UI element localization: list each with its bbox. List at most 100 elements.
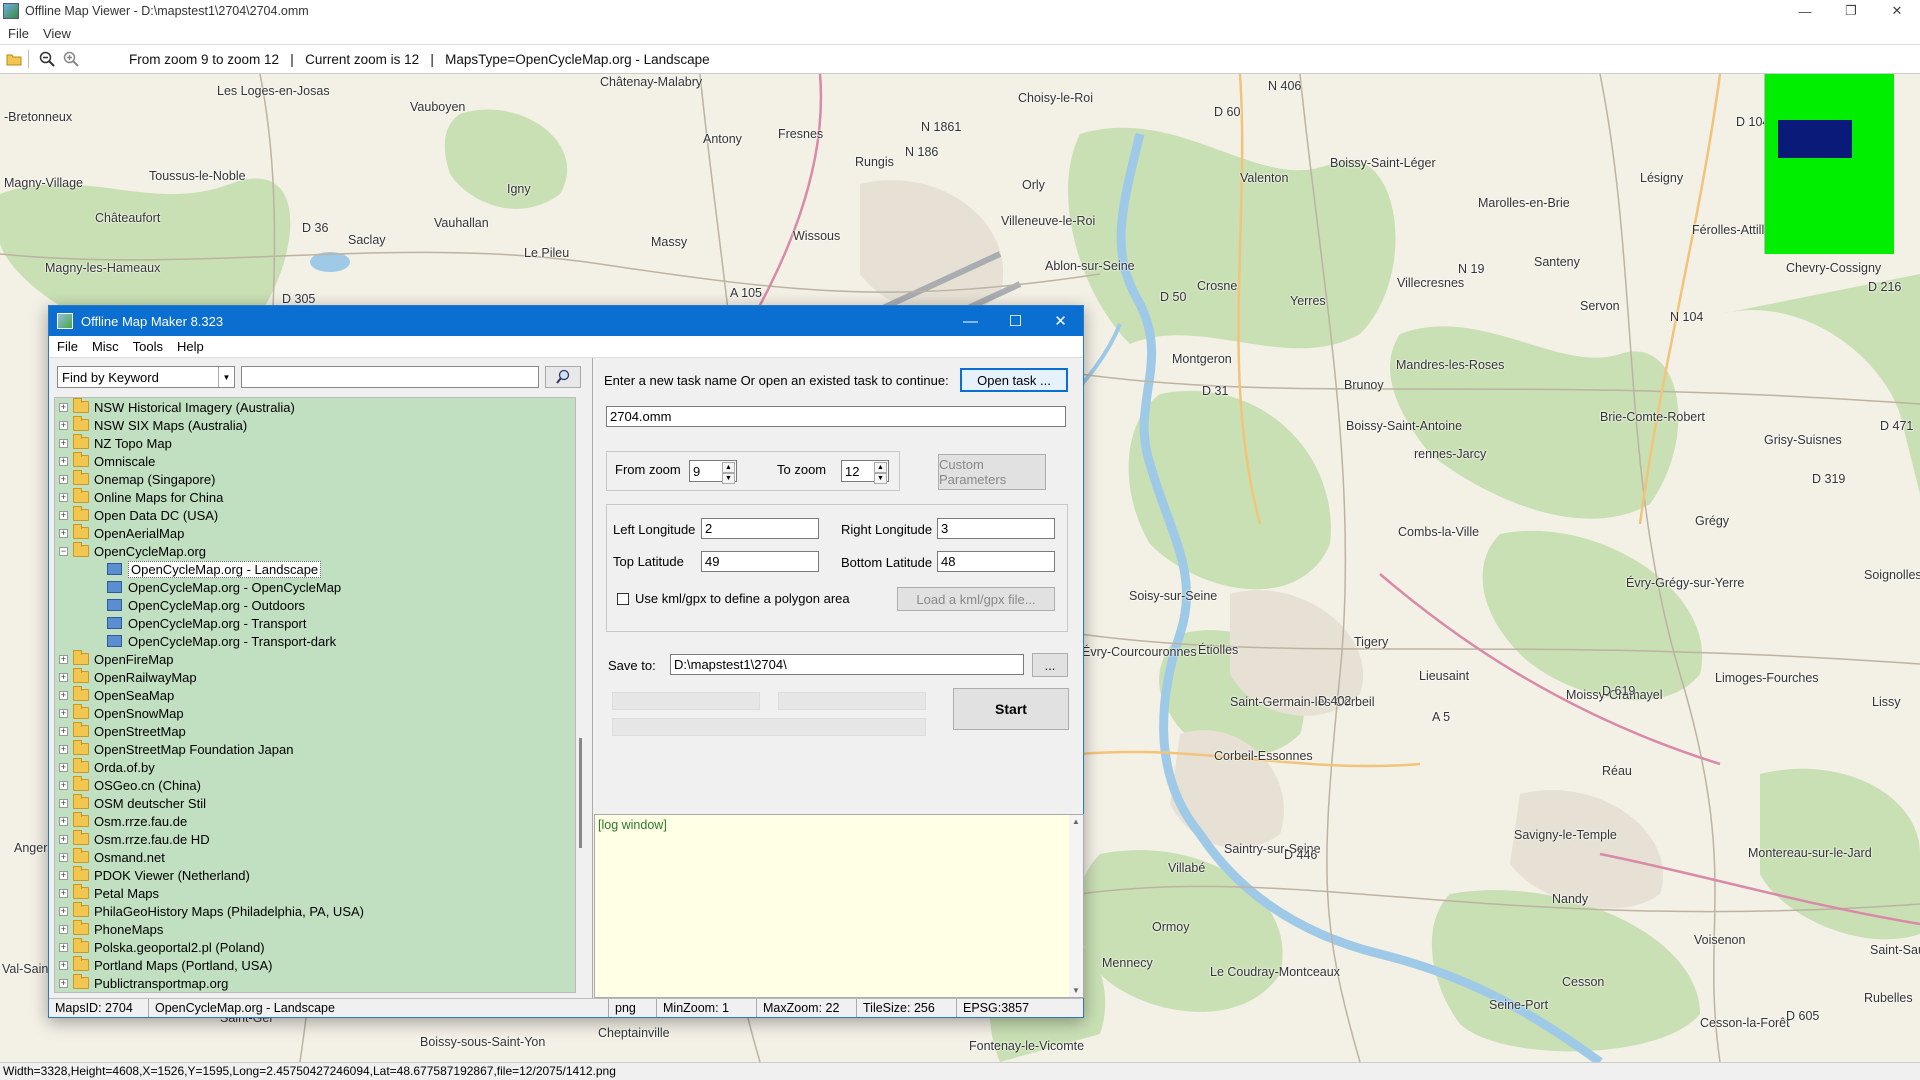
expand-icon[interactable]: + [59, 762, 68, 772]
tree-folder-item[interactable]: + NSW SIX Maps (Australia) [55, 416, 247, 434]
tree-folder-item[interactable]: + OpenStreetMap [55, 722, 186, 740]
spinner-arrows[interactable]: ▲ ▼ [874, 462, 887, 484]
maps-tree[interactable]: + NSW Historical Imagery (Australia) + NSW … [54, 397, 576, 993]
menu-view[interactable]: View [43, 26, 71, 41]
tree-folder-item[interactable]: + OpenRailwayMap [55, 668, 197, 686]
load-kml-button[interactable]: Load a kml/gpx file... [897, 587, 1055, 611]
dialog-menu-file[interactable]: File [57, 339, 78, 354]
search-button[interactable] [545, 366, 581, 388]
tree-leaf-item[interactable]: OpenCycleMap.org - OpenCycleMap [107, 578, 341, 596]
expand-icon[interactable]: + [59, 492, 68, 502]
custom-parameters-button[interactable]: Custom Parameters [938, 454, 1046, 490]
close-button[interactable]: ✕ [1874, 0, 1920, 22]
expand-icon[interactable]: + [59, 852, 68, 862]
tree-folder-item[interactable]: + Online Maps for China [55, 488, 223, 506]
tree-folder-item[interactable]: + PhoneMaps [55, 920, 163, 938]
collapse-icon[interactable]: − [59, 546, 68, 556]
expand-icon[interactable]: + [59, 978, 68, 988]
from-zoom-spinner[interactable]: 9 ▲ ▼ [689, 460, 737, 484]
tree-folder-item[interactable]: + Petal Maps [55, 884, 159, 902]
expand-icon[interactable]: + [59, 888, 68, 898]
expand-icon[interactable]: + [59, 438, 68, 448]
left-longitude-input[interactable]: 2 [701, 518, 819, 539]
save-path-input[interactable]: D:\mapstest1\2704\ [670, 654, 1024, 675]
minimap-viewport-rect[interactable] [1778, 120, 1852, 158]
expand-icon[interactable]: + [59, 960, 68, 970]
bottom-latitude-input[interactable]: 48 [937, 551, 1055, 572]
open-folder-icon[interactable] [4, 49, 24, 69]
log-window[interactable]: [log window] ▲ ▼ [594, 814, 1084, 998]
expand-icon[interactable]: + [59, 834, 68, 844]
tree-leaf-item[interactable]: OpenCycleMap.org - Landscape [107, 560, 322, 578]
use-kml-checkbox[interactable] [617, 593, 629, 605]
maximize-button[interactable]: ❐ [1828, 0, 1874, 22]
tree-folder-item[interactable]: + Open Data DC (USA) [55, 506, 218, 524]
dialog-maximize-button[interactable]: ☐ [993, 306, 1038, 336]
expand-icon[interactable]: + [59, 708, 68, 718]
tree-folder-item[interactable]: + NZ Topo Map [55, 434, 172, 452]
tree-folder-item[interactable]: + Onemap (Singapore) [55, 470, 215, 488]
dialog-menu-tools[interactable]: Tools [133, 339, 163, 354]
scroll-up-icon[interactable]: ▲ [1069, 817, 1083, 826]
tree-folder-item[interactable]: + OpenSeaMap [55, 686, 174, 704]
log-scrollbar[interactable]: ▲ ▼ [1069, 815, 1083, 997]
tree-leaf-item[interactable]: OpenCycleMap.org - Transport [107, 614, 306, 632]
dialog-menu-help[interactable]: Help [177, 339, 204, 354]
tree-folder-item[interactable]: + OSM deutscher Stil [55, 794, 206, 812]
expand-icon[interactable]: + [59, 744, 68, 754]
dialog-menu-misc[interactable]: Misc [92, 339, 119, 354]
search-mode-select[interactable]: Find by Keyword ▼ [57, 366, 235, 388]
open-task-button[interactable]: Open task ... [960, 368, 1068, 392]
tree-folder-item[interactable]: − OpenCycleMap.org [55, 542, 206, 560]
expand-icon[interactable]: + [59, 402, 68, 412]
spinner-arrows[interactable]: ▲ ▼ [722, 462, 735, 484]
dialog-minimize-button[interactable]: — [948, 306, 993, 336]
tree-folder-item[interactable]: + PhilaGeoHistory Maps (Philadelphia, PA,… [55, 902, 364, 920]
expand-icon[interactable]: + [59, 870, 68, 880]
expand-icon[interactable]: + [59, 420, 68, 430]
expand-icon[interactable]: + [59, 906, 68, 916]
tree-folder-item[interactable]: + Osm.rrze.fau.de [55, 812, 187, 830]
tree-leaf-item[interactable]: OpenCycleMap.org - Outdoors [107, 596, 305, 614]
task-name-input[interactable]: 2704.omm [606, 406, 1066, 427]
expand-icon[interactable]: + [59, 528, 68, 538]
expand-icon[interactable]: + [59, 798, 68, 808]
tree-folder-item[interactable]: + OSGeo.cn (China) [55, 776, 201, 794]
tree-folder-item[interactable]: + Osmand.net [55, 848, 165, 866]
expand-icon[interactable]: + [59, 816, 68, 826]
tree-folder-item[interactable]: + Orda.of.by [55, 758, 155, 776]
tree-folder-item[interactable]: + PDOK Viewer (Netherland) [55, 866, 250, 884]
zoom-in-icon[interactable] [61, 49, 81, 69]
tree-folder-item[interactable]: + OpenStreetMap Foundation Japan [55, 740, 293, 758]
expand-icon[interactable]: + [59, 510, 68, 520]
zoom-out-icon[interactable] [37, 49, 57, 69]
tree-leaf-item[interactable]: OpenCycleMap.org - Transport-dark [107, 632, 336, 650]
dialog-close-button[interactable]: ✕ [1038, 306, 1083, 336]
tree-folder-item[interactable]: + Portland Maps (Portland, USA) [55, 956, 272, 974]
right-longitude-input[interactable]: 3 [937, 518, 1055, 539]
to-zoom-spinner[interactable]: 12 ▲ ▼ [841, 460, 889, 484]
tree-folder-item[interactable]: + OpenSnowMap [55, 704, 184, 722]
top-latitude-input[interactable]: 49 [701, 551, 819, 572]
tree-folder-item[interactable]: + NSW Historical Imagery (Australia) [55, 398, 295, 416]
tree-scrollbar[interactable] [579, 738, 582, 848]
expand-icon[interactable]: + [59, 654, 68, 664]
chevron-down-icon[interactable]: ▼ [218, 367, 234, 387]
tree-folder-item[interactable]: + Omniscale [55, 452, 155, 470]
expand-icon[interactable]: + [59, 456, 68, 466]
tree-folder-item[interactable]: + Polska.geoportal2.pl (Poland) [55, 938, 265, 956]
browse-button[interactable]: ... [1032, 653, 1068, 677]
expand-icon[interactable]: + [59, 672, 68, 682]
expand-icon[interactable]: + [59, 474, 68, 484]
tree-folder-item[interactable]: + OpenFireMap [55, 650, 173, 668]
tree-folder-item[interactable]: + Osm.rrze.fau.de HD [55, 830, 210, 848]
expand-icon[interactable]: + [59, 726, 68, 736]
search-input[interactable] [241, 366, 539, 388]
overview-minimap[interactable] [1764, 74, 1894, 254]
start-button[interactable]: Start [953, 688, 1069, 730]
scroll-down-icon[interactable]: ▼ [1069, 986, 1083, 995]
expand-icon[interactable]: + [59, 690, 68, 700]
menu-file[interactable]: File [8, 26, 29, 41]
tree-folder-item[interactable]: + OpenAerialMap [55, 524, 184, 542]
minimize-button[interactable]: — [1782, 0, 1828, 22]
